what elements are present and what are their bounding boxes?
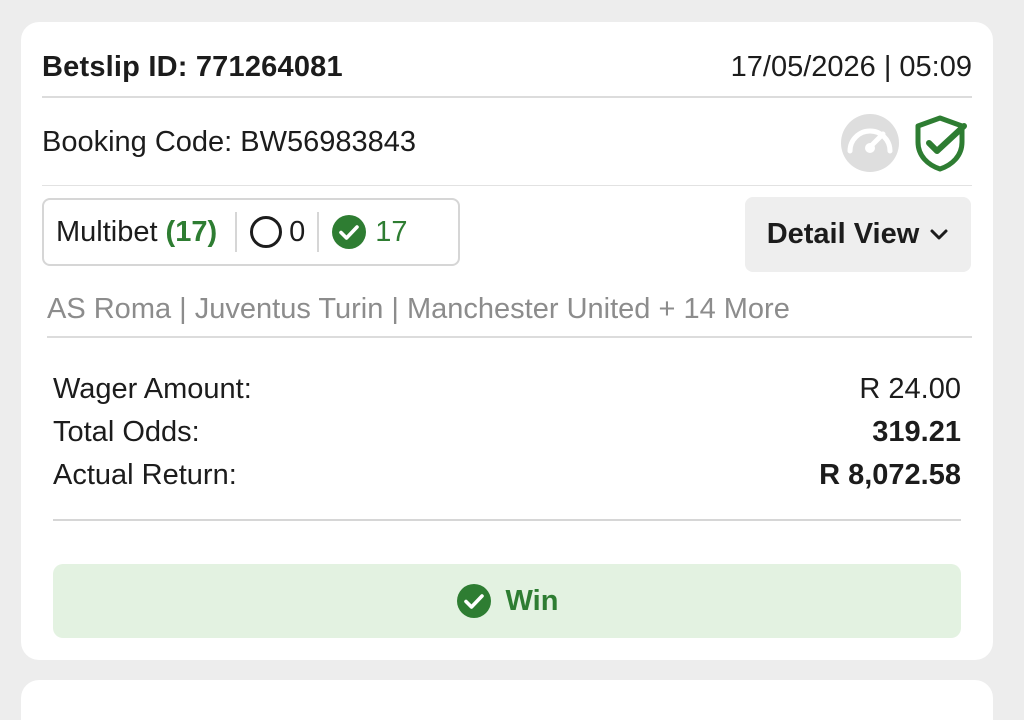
won-count: 17 xyxy=(375,215,408,248)
check-circle-icon xyxy=(332,215,367,249)
teams-text: AS Roma | Juventus Turin | Manchester Un… xyxy=(47,292,790,325)
check-circle-icon xyxy=(456,584,491,618)
bet-summary: Wager Amount: R 24.00 Total Odds: 319.21… xyxy=(53,368,961,497)
shield-check-icon[interactable] xyxy=(912,114,968,172)
odds-row: Total Odds: 319.21 xyxy=(53,411,961,454)
teams-summary: AS Roma | Juventus Turin | Manchester Un… xyxy=(47,282,972,338)
odds-label: Total Odds: xyxy=(53,416,200,448)
speedometer-icon[interactable] xyxy=(840,113,900,173)
open-legs: 0 xyxy=(249,215,305,249)
wager-row: Wager Amount: R 24.00 xyxy=(53,368,961,411)
open-circle-icon xyxy=(250,216,283,248)
result-label: Win xyxy=(505,584,559,617)
betslip-id: Betslip ID: 771264081 xyxy=(42,50,343,83)
multibet-count: (17) xyxy=(165,215,218,248)
open-count: 0 xyxy=(289,215,306,248)
result-status-badge: Win xyxy=(53,564,961,638)
return-value: R 8,072.58 xyxy=(819,459,961,491)
booking-icons xyxy=(840,113,968,173)
betslip-header: Betslip ID: 771264081 17/05/2026 | 05:09 xyxy=(42,38,972,98)
multibet-summary: Multibet (17) 0 17 xyxy=(42,198,460,266)
detail-view-button[interactable]: Detail View xyxy=(745,197,971,272)
divider xyxy=(235,212,238,252)
divider xyxy=(53,519,961,521)
return-label: Actual Return: xyxy=(53,459,237,491)
booking-code[interactable]: Booking Code: BW56983843 xyxy=(42,126,416,159)
betslip-card: Betslip ID: 771264081 17/05/2026 | 05:09… xyxy=(21,22,993,660)
return-row: Actual Return: R 8,072.58 xyxy=(53,454,961,497)
chevron-down-icon xyxy=(930,229,948,239)
divider xyxy=(317,212,320,252)
booking-row: Booking Code: BW56983843 xyxy=(42,100,972,186)
wager-value: R 24.00 xyxy=(859,373,961,405)
next-betslip-card xyxy=(21,680,993,720)
wager-label: Wager Amount: xyxy=(53,373,252,405)
odds-value: 319.21 xyxy=(872,416,961,448)
multibet-label: Multibet xyxy=(56,215,158,248)
won-legs: 17 xyxy=(331,214,408,250)
betslip-datetime: 17/05/2026 | 05:09 xyxy=(730,50,972,83)
detail-view-label: Detail View xyxy=(766,218,920,250)
